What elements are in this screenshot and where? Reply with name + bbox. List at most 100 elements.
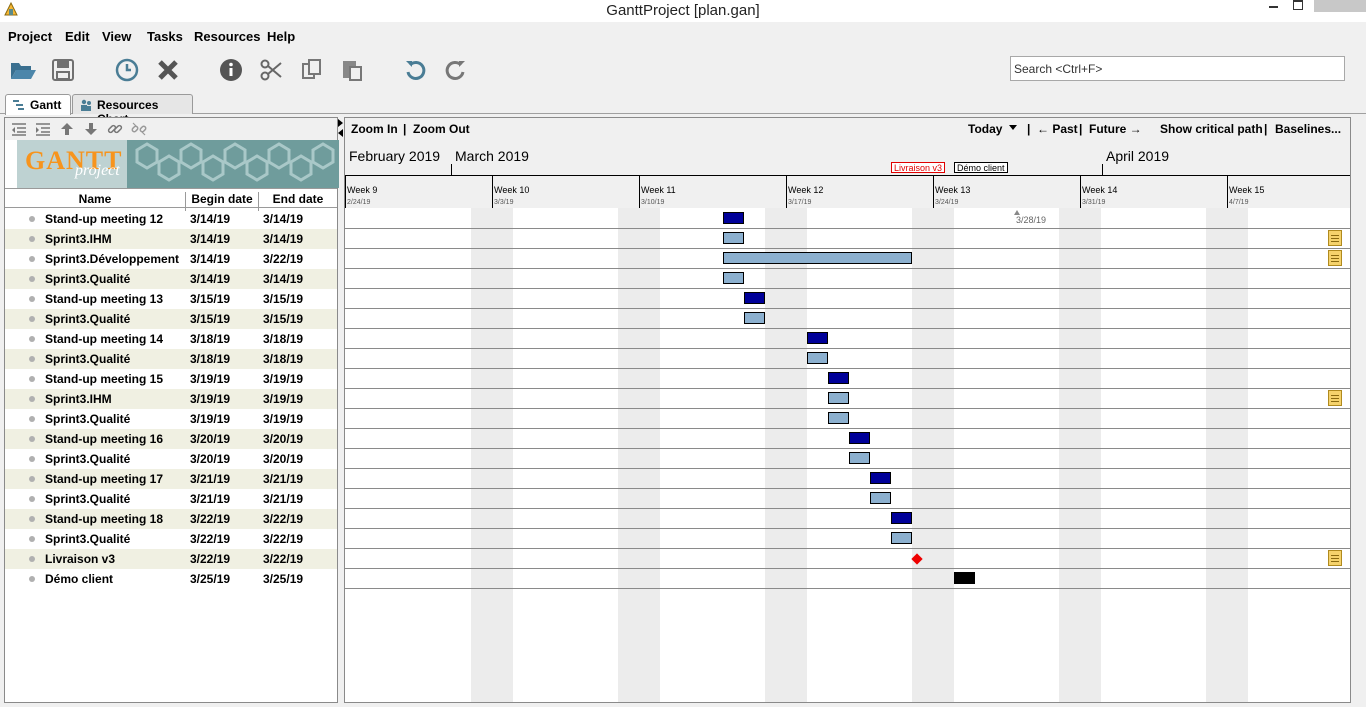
task-bar[interactable] [828,392,849,404]
task-bar[interactable] [723,272,744,284]
note-icon[interactable] [1328,250,1342,266]
minimize-button[interactable] [1266,0,1282,10]
task-end-date: 3/20/19 [263,452,304,466]
table-row[interactable]: Livraison v3 3/22/19 3/22/19 [5,549,337,569]
zoom-out-button[interactable]: Zoom Out [413,122,470,136]
history-clock-icon[interactable] [113,56,141,84]
indent-icon[interactable] [35,121,51,137]
critical-path-button[interactable]: Show critical path [1160,122,1263,136]
table-row[interactable]: Stand-up meeting 13 3/15/19 3/15/19 [5,289,337,309]
table-row[interactable]: Sprint3.IHM 3/19/19 3/19/19 [5,389,337,409]
task-end-date: 3/14/19 [263,232,304,246]
task-toolbar [5,118,337,140]
table-row[interactable]: Sprint3.Qualité 3/20/19 3/20/19 [5,449,337,469]
menu-help[interactable]: Help [267,29,295,44]
task-bar[interactable] [891,512,912,524]
table-row[interactable]: Sprint3.Qualité 3/19/19 3/19/19 [5,409,337,429]
task-bullet-icon [29,416,35,422]
undo-icon[interactable] [401,56,429,84]
today-button[interactable]: Today [968,122,1002,136]
col-name-header[interactable]: Name [5,192,185,206]
week-date: 3/31/19 [1082,199,1106,206]
table-row[interactable]: Sprint3.IHM 3/14/19 3/14/19 [5,229,337,249]
row-divider [345,508,1350,509]
tab-resources-chart[interactable]: Resources Chart [72,94,193,126]
tab-gantt[interactable]: Gantt [5,94,71,115]
link-icon[interactable] [107,121,123,137]
table-row[interactable]: Sprint3.Développement 3/14/19 3/22/19 [5,249,337,269]
open-folder-icon[interactable] [9,56,37,84]
row-divider [345,328,1350,329]
task-bar[interactable] [954,572,975,584]
task-bar[interactable] [744,292,765,304]
table-row[interactable]: Sprint3.Qualité 3/22/19 3/22/19 [5,529,337,549]
copy-icon[interactable] [298,56,326,84]
delete-icon[interactable] [154,56,182,84]
vertical-scrollbar[interactable] [1351,117,1366,703]
task-bar[interactable] [849,452,870,464]
move-down-icon[interactable] [83,121,99,137]
outdent-icon[interactable] [11,121,27,137]
task-bullet-icon [29,276,35,282]
table-row[interactable]: Sprint3.Qualité 3/14/19 3/14/19 [5,269,337,289]
menu-project[interactable]: Project [8,29,52,44]
note-icon[interactable] [1328,550,1342,566]
table-row[interactable]: Sprint3.Qualité 3/21/19 3/21/19 [5,489,337,509]
table-row[interactable]: Sprint3.Qualité 3/15/19 3/15/19 [5,309,337,329]
task-name: Stand-up meeting 14 [45,332,164,346]
task-end-date: 3/21/19 [263,472,304,486]
move-up-icon[interactable] [59,121,75,137]
task-begin-date: 3/19/19 [190,372,231,386]
task-bar[interactable] [828,372,849,384]
task-begin-date: 3/14/19 [190,232,231,246]
zoom-in-button[interactable]: Zoom In [351,122,398,136]
menu-resources[interactable]: Resources [194,29,260,44]
task-bar[interactable] [828,412,849,424]
table-row[interactable]: Stand-up meeting 15 3/19/19 3/19/19 [5,369,337,389]
cut-icon[interactable] [257,56,285,84]
task-bar[interactable] [744,312,765,324]
today-marker-label: 3/28/19 [1016,215,1047,225]
task-bar[interactable] [849,432,870,444]
info-icon[interactable] [217,56,245,84]
maximize-button[interactable] [1290,0,1306,10]
task-name: Stand-up meeting 12 [45,212,164,226]
table-row[interactable]: Démo client 3/25/19 3/25/19 [5,569,337,589]
col-end-header[interactable]: End date [259,192,337,206]
task-end-date: 3/14/19 [263,212,304,226]
menu-tasks[interactable]: Tasks [147,29,183,44]
redo-icon[interactable] [442,56,470,84]
note-icon[interactable] [1328,390,1342,406]
table-row[interactable]: Stand-up meeting 16 3/20/19 3/20/19 [5,429,337,449]
dropdown-arrow-icon[interactable] [1009,125,1017,130]
task-begin-date: 3/15/19 [190,292,231,306]
task-end-date: 3/25/19 [263,572,304,586]
close-button[interactable] [1314,0,1366,12]
table-row[interactable]: Stand-up meeting 14 3/18/19 3/18/19 [5,329,337,349]
task-bar[interactable] [723,212,744,224]
table-row[interactable]: Sprint3.Qualité 3/18/19 3/18/19 [5,349,337,369]
table-row[interactable]: Stand-up meeting 12 3/14/19 3/14/19 [5,209,337,229]
past-button[interactable]: ← Past [1037,122,1078,136]
task-bar[interactable] [870,472,891,484]
future-button[interactable]: Future → [1089,122,1142,136]
baselines-button[interactable]: Baselines... [1275,122,1341,136]
note-icon[interactable] [1328,230,1342,246]
paste-icon[interactable] [338,56,366,84]
save-icon[interactable] [49,56,77,84]
unlink-icon[interactable] [131,121,147,137]
task-bar[interactable] [723,232,744,244]
task-bar[interactable] [723,252,912,264]
menu-view[interactable]: View [102,29,131,44]
task-begin-date: 3/21/19 [190,472,231,486]
table-row[interactable]: Stand-up meeting 17 3/21/19 3/21/19 [5,469,337,489]
task-bullet-icon [29,496,35,502]
table-row[interactable]: Stand-up meeting 18 3/22/19 3/22/19 [5,509,337,529]
search-input[interactable]: Search <Ctrl+F> [1010,56,1345,81]
menu-edit[interactable]: Edit [65,29,90,44]
task-bar[interactable] [807,332,828,344]
task-bar[interactable] [807,352,828,364]
task-bar[interactable] [870,492,891,504]
task-bar[interactable] [891,532,912,544]
col-begin-header[interactable]: Begin date [186,192,258,206]
